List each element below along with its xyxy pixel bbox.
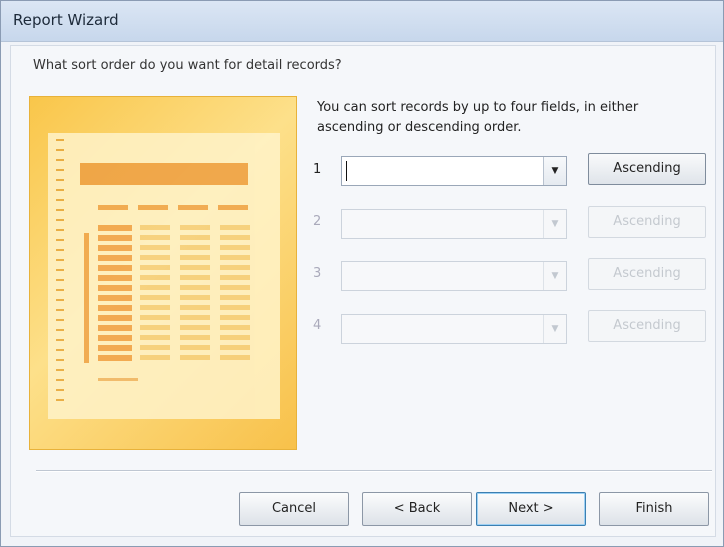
preview-column-header: [178, 205, 208, 210]
chevron-down-icon[interactable]: ▼: [543, 315, 566, 343]
preview-footer-line: [98, 378, 138, 381]
text-cursor: [346, 161, 347, 181]
sort-field-4-combo[interactable]: ▼: [341, 314, 567, 344]
cancel-button[interactable]: Cancel: [239, 492, 349, 526]
sort-field-1-combo[interactable]: ▼: [341, 156, 567, 186]
wizard-question: What sort order do you want for detail r…: [33, 58, 342, 73]
preview-detail-rows: [140, 225, 170, 365]
sort-number-3: 3: [313, 266, 322, 281]
preview-group-bar: [84, 233, 89, 363]
report-wizard-window: Report Wizard What sort order do you wan…: [0, 0, 724, 547]
sort-field-3-combo[interactable]: ▼: [341, 261, 567, 291]
preview-column-header: [138, 205, 168, 210]
wizard-body: What sort order do you want for detail r…: [10, 45, 716, 537]
sort-order-2-button[interactable]: Ascending: [588, 206, 706, 238]
preview-column-header: [218, 205, 248, 210]
report-preview-image: [29, 96, 297, 450]
chevron-down-icon[interactable]: ▼: [543, 210, 566, 238]
chevron-down-icon[interactable]: ▼: [543, 262, 566, 290]
sort-order-4-button[interactable]: Ascending: [588, 310, 706, 342]
window-title: Report Wizard: [13, 11, 119, 29]
finish-button[interactable]: Finish: [599, 492, 709, 526]
preview-margin-ticks: [56, 139, 64, 409]
sort-number-1: 1: [313, 162, 322, 177]
back-button[interactable]: < Back: [362, 492, 472, 526]
next-button[interactable]: Next >: [476, 492, 586, 526]
sort-field-2-combo[interactable]: ▼: [341, 209, 567, 239]
sort-order-1-button[interactable]: Ascending: [588, 153, 706, 185]
sort-order-3-button[interactable]: Ascending: [588, 258, 706, 290]
sort-number-2: 2: [313, 214, 322, 229]
button-separator: [36, 470, 712, 472]
preview-column-header: [98, 205, 128, 210]
title-bar[interactable]: Report Wizard: [1, 1, 723, 42]
preview-page: [48, 133, 280, 419]
preview-detail-rows: [180, 225, 210, 365]
preview-detail-rows: [220, 225, 250, 365]
chevron-down-icon[interactable]: ▼: [543, 157, 566, 185]
sort-instructions: You can sort records by up to four field…: [317, 100, 639, 135]
sort-number-4: 4: [313, 318, 322, 333]
preview-header-bar: [80, 163, 248, 185]
preview-sorted-rows: [98, 225, 132, 365]
